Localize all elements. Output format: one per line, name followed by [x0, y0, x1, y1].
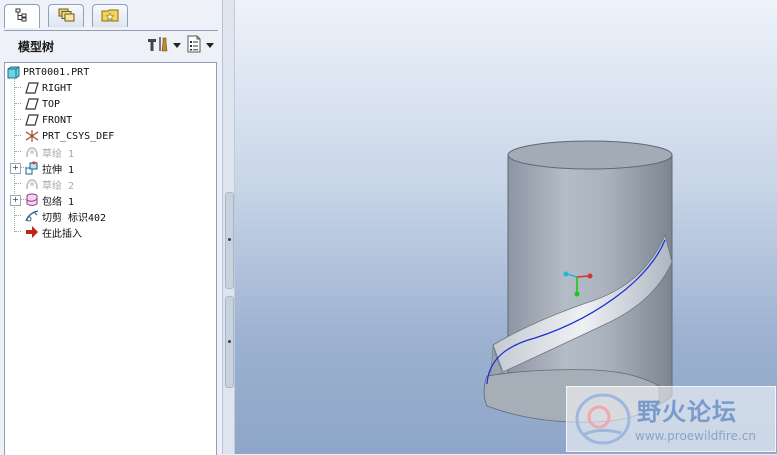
tree-item-insert-here[interactable]: 在此插入 — [25, 224, 230, 240]
tree-item-part[interactable]: PRT0001.PRT — [6, 64, 211, 80]
tree-item-label: 草绘 2 — [42, 180, 75, 192]
tabs-divider — [4, 30, 218, 31]
tree-item-label: PRT_CSYS_DEF — [42, 130, 115, 142]
tree-item-cut[interactable]: 切剪 标识402 — [25, 208, 230, 224]
part-icon — [6, 65, 20, 79]
watermark-logo-icon — [575, 393, 631, 445]
tree-connector — [14, 79, 16, 232]
favorites-folder-icon — [101, 8, 119, 25]
tree-item-label: 拉伸 1 — [42, 164, 75, 176]
tree-connector — [15, 103, 21, 104]
tree-connector — [15, 119, 21, 120]
layers-icon — [57, 8, 75, 25]
chevron-down-icon — [206, 42, 214, 48]
chevron-down-icon — [173, 42, 181, 48]
tree-show-icon — [185, 35, 203, 56]
tab-favorites[interactable] — [92, 4, 128, 27]
tree-item-label: 在此插入 — [42, 228, 82, 240]
expand-toggle[interactable]: + — [10, 163, 21, 174]
tree-item-top[interactable]: TOP — [25, 96, 230, 112]
tree-settings-icon — [146, 35, 170, 56]
model-tree-header: 模型树 — [0, 32, 222, 58]
insert-here-arrow-icon — [25, 225, 39, 239]
tree-settings-button[interactable] — [146, 36, 181, 54]
tree-item-label: TOP — [42, 98, 61, 110]
watermark-url: www.proewildfire.cn — [635, 429, 756, 443]
panel-splitter[interactable] — [223, 0, 235, 454]
model-tree-panel: 模型树 PRT0001.PRT RIGHT TOP FRONT PRT_CSYS… — [0, 0, 223, 455]
model-tree-title: 模型树 — [18, 40, 55, 54]
model-tree-icon — [15, 8, 29, 25]
tree-item-wrap-1[interactable]: 包络 1 — [25, 192, 230, 208]
tree-item-csys[interactable]: PRT_CSYS_DEF — [25, 128, 230, 144]
tree-connector — [15, 151, 21, 152]
wrap-icon — [25, 193, 39, 207]
sketch-icon — [25, 145, 39, 159]
tree-connector — [15, 231, 21, 232]
tree-item-sketch-1[interactable]: 草绘 1 — [25, 144, 230, 160]
tree-connector — [15, 183, 21, 184]
extrude-icon — [25, 161, 39, 175]
tree-item-label: FRONT — [42, 114, 73, 126]
watermark-title: 野火论坛 — [637, 398, 737, 426]
datum-plane-icon — [25, 81, 39, 95]
tree-item-right[interactable]: RIGHT — [25, 80, 230, 96]
tab-layers[interactable] — [48, 4, 84, 27]
tree-item-label: 草绘 1 — [42, 148, 75, 160]
model-tree: PRT0001.PRT RIGHT TOP FRONT PRT_CSYS_DEF… — [4, 62, 217, 455]
tree-item-label: 切剪 标识402 — [42, 212, 107, 224]
splitter-grip[interactable] — [225, 296, 234, 388]
tree-connector — [15, 135, 21, 136]
navigator-tabs — [2, 4, 220, 31]
tree-item-extrude-1[interactable]: 拉伸 1 — [25, 160, 230, 176]
tree-item-label: RIGHT — [42, 82, 73, 94]
tree-item-front[interactable]: FRONT — [25, 112, 230, 128]
expand-toggle[interactable]: + — [10, 195, 21, 206]
sketch-icon — [25, 177, 39, 191]
tree-item-sketch-2[interactable]: 草绘 2 — [25, 176, 230, 192]
splitter-grip[interactable] — [225, 192, 234, 289]
tree-show-button[interactable] — [185, 35, 214, 56]
cut-icon — [25, 209, 39, 223]
tree-item-label: PRT0001.PRT — [23, 66, 90, 78]
csys-icon — [25, 129, 39, 143]
tree-connector — [15, 215, 21, 216]
datum-plane-icon — [25, 113, 39, 127]
forum-watermark: 野火论坛 www.proewildfire.cn — [566, 386, 776, 452]
datum-plane-icon — [25, 97, 39, 111]
tab-model-tree[interactable] — [4, 4, 40, 28]
tree-connector — [15, 87, 21, 88]
tree-item-label: 包络 1 — [42, 196, 75, 208]
